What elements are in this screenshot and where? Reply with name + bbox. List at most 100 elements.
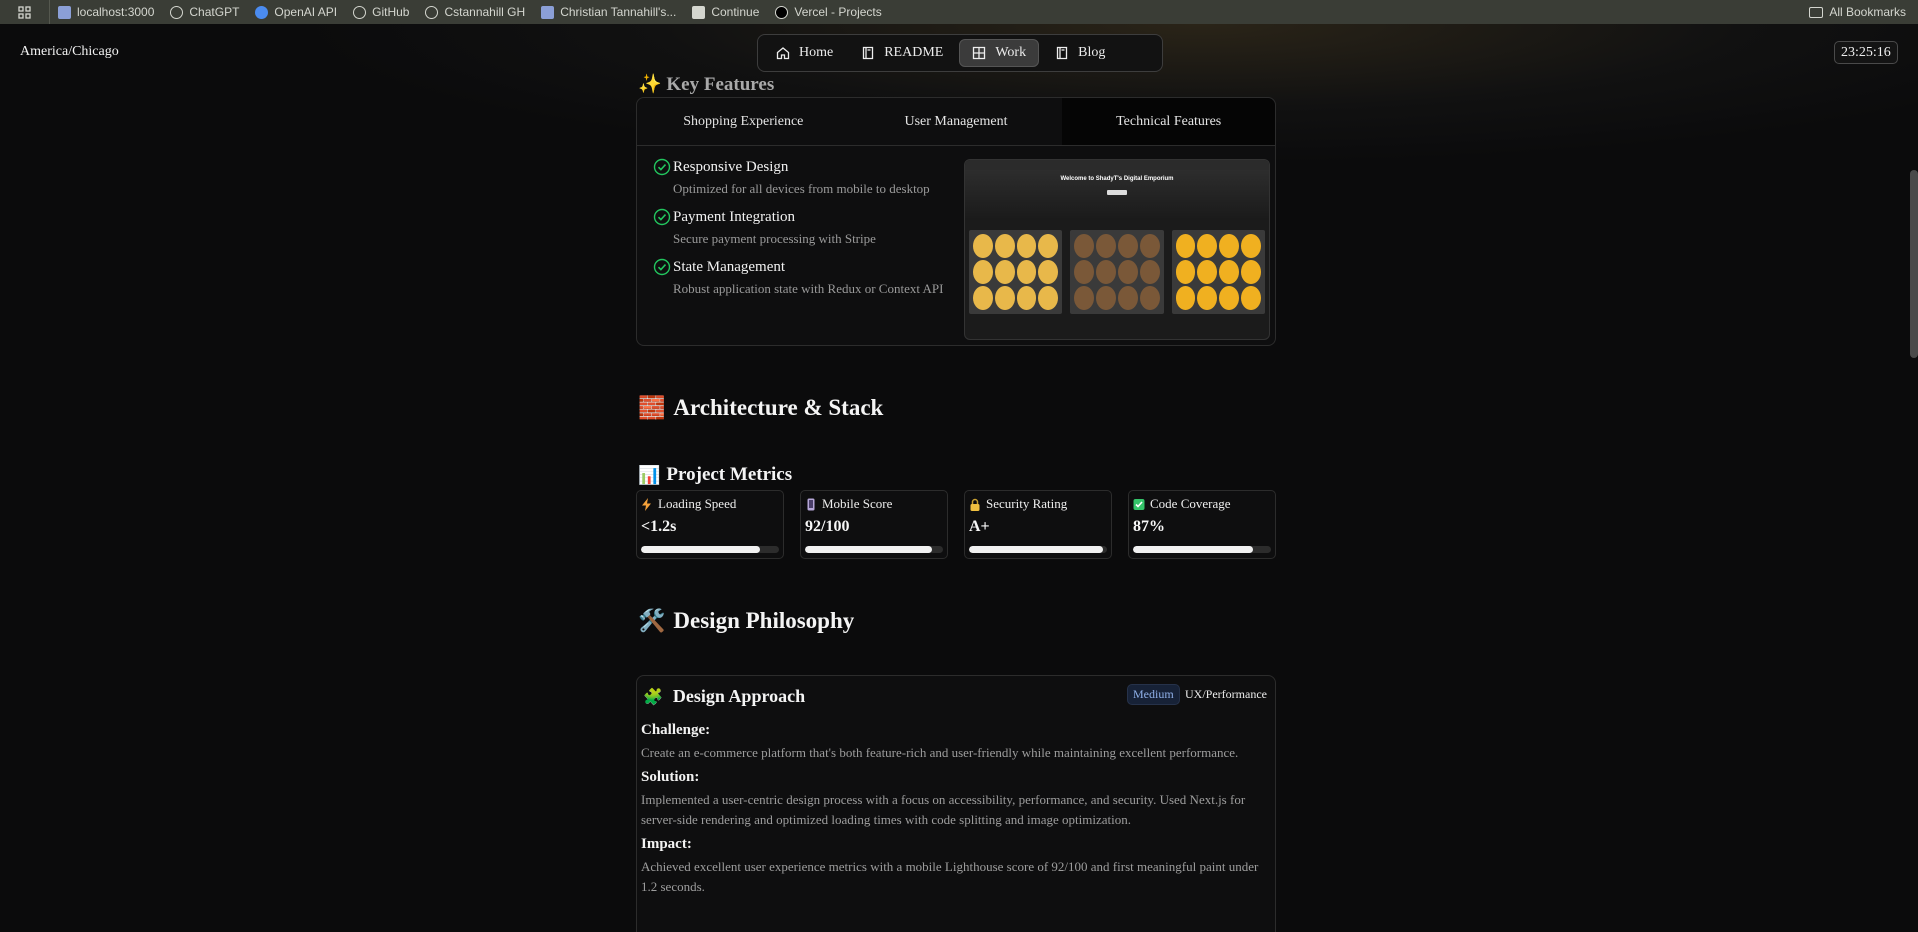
folder-icon	[1809, 6, 1824, 18]
nav-label: Blog	[1078, 45, 1106, 60]
design-title-text: Design Philosophy	[673, 608, 855, 633]
approach-title: 🧩 Design Approach	[643, 686, 805, 707]
nav-home[interactable]: Home	[764, 39, 845, 67]
bookmark-chatgpt[interactable]: ChatGPT	[162, 0, 247, 24]
timezone-label: America/Chicago	[20, 44, 119, 59]
architecture-title: 🧱 Architecture & Stack	[638, 395, 883, 421]
apps-icon[interactable]	[0, 0, 50, 24]
screenshot-title: Welcome to ShadyT's Digital Emporium	[1060, 176, 1174, 182]
screenshot-card	[1070, 230, 1164, 314]
bookmark-cstannahill-gh[interactable]: Cstannahill GH	[417, 0, 533, 24]
tab-shopping-experience[interactable]: Shopping Experience	[637, 98, 850, 145]
screenshot-hero: Welcome to ShadyT's Digital Emporium	[965, 170, 1269, 220]
screenshot-button	[1107, 190, 1127, 195]
check-circle-icon	[653, 158, 671, 176]
impact-heading: Impact:	[641, 836, 692, 852]
metric-value: A+	[969, 518, 990, 535]
feature-desc: Optimized for all devices from mobile to…	[673, 181, 930, 196]
metric-progress-bar	[805, 546, 943, 553]
challenge-heading: Challenge:	[641, 722, 711, 738]
difficulty-badge: Medium	[1127, 684, 1180, 705]
approach-title-text: Design Approach	[672, 686, 806, 706]
key-features-title: ✨ Key Features	[638, 74, 775, 95]
screenshot-card	[969, 230, 1063, 314]
design-philosophy-title: 🛠️ Design Philosophy	[638, 608, 854, 634]
tab-user-management[interactable]: User Management	[850, 98, 1063, 145]
feature-item: Payment Integration Secure payment proce…	[653, 208, 953, 248]
tools-icon: 🛠️	[638, 608, 666, 633]
metric-label: Security Rating	[986, 496, 1068, 511]
metric-value: 87%	[1133, 518, 1165, 535]
screenshot-browser-bar	[965, 160, 1269, 170]
nav-label: README	[884, 45, 944, 60]
all-bookmarks-button[interactable]: All Bookmarks	[1809, 0, 1906, 24]
metric-progress-fill	[969, 546, 1103, 553]
bookmark-label: OpenAI API	[274, 5, 338, 19]
bookmark-label: localhost:3000	[77, 5, 155, 19]
metric-value: 92/100	[805, 518, 850, 535]
metric-loading-speed: Loading Speed <1.2s	[636, 490, 784, 559]
bookmark-continue[interactable]: Continue	[684, 0, 767, 24]
github-icon	[425, 5, 439, 19]
screenshot-product-grid	[965, 220, 1269, 314]
page-scrollbar[interactable]	[1910, 170, 1918, 358]
lock-icon	[970, 498, 980, 511]
metrics-row: Loading Speed <1.2s Mobile Score 92/100 …	[636, 490, 1276, 559]
lightning-icon	[642, 497, 651, 511]
book-icon	[1056, 46, 1068, 60]
metric-security-rating: Security Rating A+	[964, 490, 1112, 559]
bookmark-label: GitHub	[372, 5, 410, 19]
feature-desc: Secure payment processing with Stripe	[673, 231, 876, 246]
puzzle-icon: 🧩	[643, 688, 663, 706]
metric-progress-bar	[641, 546, 779, 553]
tab-technical-features[interactable]: Technical Features	[1062, 98, 1276, 145]
solution-text: Implemented a user-centric design proces…	[641, 792, 1246, 827]
metric-value: <1.2s	[641, 518, 677, 535]
bookmark-label: Cstannahill GH	[444, 5, 526, 19]
project-screenshot[interactable]: Welcome to ShadyT's Digital Emporium	[964, 159, 1270, 340]
check-circle-icon	[653, 258, 671, 276]
architecture-title-text: Architecture & Stack	[673, 395, 884, 420]
bookmark-label: Continue	[711, 5, 760, 19]
metric-label: Code Coverage	[1150, 496, 1231, 511]
metric-code-coverage: Code Coverage 87%	[1128, 490, 1276, 559]
feature-list: Responsive Design Optimized for all devi…	[653, 158, 953, 308]
metric-mobile-score: Mobile Score 92/100	[800, 490, 948, 559]
metrics-title-text: Project Metrics	[666, 464, 793, 485]
nav-readme[interactable]: README	[849, 39, 955, 67]
github-icon	[353, 5, 367, 19]
feature-title: Responsive Design	[673, 158, 789, 175]
openai-icon	[255, 5, 269, 19]
grid-icon	[973, 46, 986, 60]
phone-icon	[807, 498, 815, 510]
bookmark-christian-tannahill[interactable]: Christian Tannahill's...	[533, 0, 684, 24]
solution-heading: Solution:	[641, 769, 700, 785]
metric-label: Mobile Score	[822, 496, 893, 511]
nav-blog[interactable]: Blog	[1043, 39, 1117, 67]
chart-icon: 📊	[638, 464, 661, 485]
bookmark-github[interactable]: GitHub	[345, 0, 417, 24]
bookmarks-bar: localhost:3000 ChatGPT OpenAI API GitHub…	[0, 0, 1918, 24]
all-bookmarks-label: All Bookmarks	[1829, 5, 1906, 19]
screenshot-card	[1171, 230, 1265, 314]
metric-label: Loading Speed	[658, 496, 737, 511]
bookmark-localhost[interactable]: localhost:3000	[50, 0, 162, 24]
metric-progress-fill	[1133, 546, 1254, 553]
page-icon	[58, 5, 71, 19]
nav-work[interactable]: Work	[959, 39, 1040, 67]
metric-progress-fill	[641, 546, 760, 553]
openai-icon	[170, 5, 184, 19]
bookmark-vercel[interactable]: Vercel - Projects	[767, 0, 889, 24]
main-nav: Home README Work Blog	[757, 34, 1163, 72]
nav-label: Home	[799, 45, 834, 60]
vercel-icon	[775, 5, 789, 19]
bookmark-label: ChatGPT	[189, 5, 240, 19]
check-circle-icon	[653, 208, 671, 226]
metrics-title: 📊 Project Metrics	[638, 464, 792, 486]
bookmark-openai-api[interactable]: OpenAI API	[247, 0, 345, 24]
book-icon	[863, 46, 874, 60]
metric-progress-fill	[805, 546, 932, 553]
impact-text: Achieved excellent user experience metri…	[641, 859, 1259, 894]
approach-body: Challenge: Create an e-commerce platform…	[641, 722, 1271, 903]
feature-item: State Management Robust application stat…	[653, 258, 953, 298]
